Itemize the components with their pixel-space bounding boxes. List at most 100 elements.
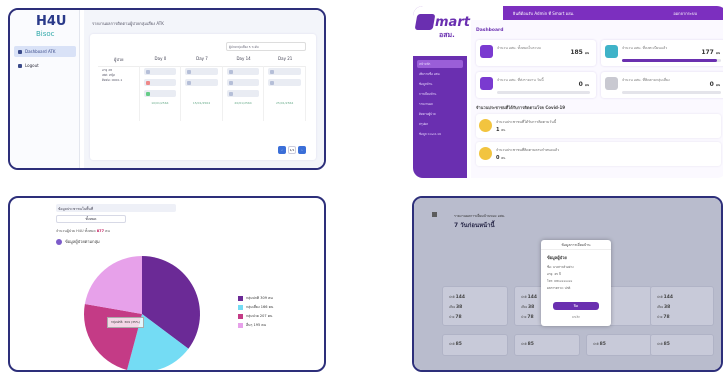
stat-card: จำนวน อสม. ที่ส่งรายงาน วันนี้ 0 คน xyxy=(476,72,596,98)
section-title: Dashboard xyxy=(476,28,504,33)
summary-card[interactable]: ปกติ 85 xyxy=(514,334,580,356)
legend-item[interactable]: กลุ่มป่วย 207 คน xyxy=(238,313,273,319)
covid-label: จำนวนประชาชนที่ติดตามครบกำหนดแล้ว xyxy=(496,148,560,152)
cancel-link[interactable]: ยกเลิก xyxy=(541,315,611,320)
day7-cell: 15/01/2564 xyxy=(181,66,223,121)
status-chip[interactable] xyxy=(185,68,218,75)
row-value: 78 xyxy=(455,315,462,320)
covid-value: 0 คน xyxy=(496,155,505,161)
status-chip[interactable] xyxy=(268,68,301,75)
row-value: 78 xyxy=(663,315,670,320)
covid-number: 1 xyxy=(496,127,500,133)
row-value: 78 xyxy=(527,315,534,320)
report-card[interactable]: ปกติ 144 เสี่ยง 38 ป่วย 78 xyxy=(650,286,714,326)
summary-value: 85 xyxy=(663,342,670,347)
day0-cell: 10/01/2564 xyxy=(140,66,182,121)
report-row: ป่วย 78 xyxy=(657,315,670,320)
row-value: 144 xyxy=(527,295,538,300)
chart-tooltip: กลุ่มปกติ: 309 (35%) xyxy=(107,317,144,328)
stat-value: 0 คน xyxy=(579,81,589,88)
day14-cell: 20/01/2564 xyxy=(223,66,265,121)
prev-page-button[interactable]: ‹ xyxy=(278,146,286,154)
legend-item[interactable]: กลุ่มปกติ 309 คน xyxy=(238,295,273,301)
logout-link[interactable]: ออกจากระบบ xyxy=(673,10,697,17)
sidebar-item-add[interactable]: เพิ่มรายชื่อ อสม. xyxy=(417,70,463,78)
stat-number: 0 xyxy=(578,81,583,88)
status-chip[interactable] xyxy=(226,68,260,75)
legend-swatch xyxy=(238,313,243,319)
table-row: อายุ 28 เพศ: หญิง ติดต่อ: 0000-1 10/01/2… xyxy=(98,66,306,121)
status-icon xyxy=(228,69,233,74)
status-icon xyxy=(228,91,233,96)
status-chip[interactable] xyxy=(226,79,260,86)
sidebar-item-summary[interactable]: สรุปผล xyxy=(417,120,463,128)
sidebar-item-report[interactable]: รายงานผล xyxy=(417,100,463,108)
summary-label: ปกติ xyxy=(593,342,600,346)
status-chip[interactable] xyxy=(143,90,177,97)
status-chip[interactable] xyxy=(226,90,260,97)
summary-row: ปกติ 85 xyxy=(593,342,606,347)
status-icon xyxy=(187,69,192,74)
sidebar-item-house[interactable]: ข้อมูลบ้าน xyxy=(417,80,463,88)
status-chip[interactable] xyxy=(143,68,177,75)
report-card[interactable]: ปกติ 144 เสี่ยง 38 ป่วย 78 xyxy=(442,286,508,326)
menu-icon[interactable] xyxy=(432,212,437,217)
legend-swatch xyxy=(238,304,243,310)
stat-unit: คน xyxy=(715,83,720,87)
stat-card: จำนวน อสม. ที่ติดตามกลุ่มเสี่ยง 0 คน xyxy=(601,72,723,98)
page-indicator: 1/1 xyxy=(288,146,296,154)
status-chip[interactable] xyxy=(143,79,177,86)
status-icon xyxy=(145,80,150,85)
pie-chart xyxy=(84,256,200,370)
logo-sub: อสม. xyxy=(439,31,455,39)
legend-item[interactable]: อื่นๆ 195 คน xyxy=(238,322,273,328)
sidebar-item-label: Dashboard ATK xyxy=(25,49,56,54)
sidebar-item-dashboard[interactable]: Dashboard ATK xyxy=(14,46,76,57)
summary-card[interactable]: ปกติ 85 xyxy=(650,334,714,356)
sidebar-item-logout[interactable]: Logout xyxy=(14,60,76,71)
row-label: ปกติ xyxy=(521,295,528,299)
modal-row: ชื่อ: นางสาวตัวอย่าง xyxy=(547,265,574,269)
legend-swatch xyxy=(238,322,243,328)
logo-sub: Bisoc xyxy=(36,30,55,38)
pagination: ‹ 1/1 › xyxy=(278,146,306,154)
modal-row: ผลการตรวจ: ปกติ xyxy=(547,286,571,290)
smart-osm-dashboard-screenshot: ยินดีต้อนรับ Admin ที่ Smart อสม. ออกจาก… xyxy=(413,6,723,178)
filter-select[interactable]: ผู้ป่วยกลุ่มเสี่ยง 5 ระดับ xyxy=(226,42,306,51)
summary-value: 85 xyxy=(527,342,534,347)
summary-label: ปกติ xyxy=(449,342,456,346)
row-value: 38 xyxy=(528,305,535,310)
pie-slice-3[interactable] xyxy=(84,256,142,314)
summary-card[interactable]: ปกติ 85 xyxy=(442,334,508,356)
modal-header: ข้อมูลการเยี่ยมบ้าน xyxy=(541,240,611,250)
logout-icon xyxy=(18,63,22,68)
sidebar-item-visit[interactable]: การเยี่ยมบ้าน xyxy=(417,90,463,98)
legend-item[interactable]: กลุ่มเสี่ยง 166 คน xyxy=(238,304,273,310)
legend-label: กลุ่มเสี่ยง 166 คน xyxy=(246,305,274,309)
page-title: รายงานผลการเยี่ยมบ้านของ อสม. xyxy=(454,214,506,218)
row-value: 144 xyxy=(663,295,674,300)
summary-value: 85 xyxy=(455,342,462,347)
report-row: เสี่ยง 38 xyxy=(449,305,462,310)
summary-card[interactable]: ปกติ 85 xyxy=(586,334,652,356)
status-chip[interactable] xyxy=(185,79,218,86)
sidebar-item-home[interactable]: หน้าหลัก xyxy=(417,60,463,68)
group-icon xyxy=(605,77,618,90)
status-chip[interactable] xyxy=(268,79,301,86)
stat-unit: คน xyxy=(584,83,589,87)
progress-fill xyxy=(622,59,718,62)
stat-number: 177 xyxy=(701,49,714,56)
report-row: ปกติ 144 xyxy=(657,295,673,300)
alert-icon xyxy=(479,119,492,132)
visit-date: 20/01/2564 xyxy=(234,101,252,105)
row-label: ปกติ xyxy=(449,295,456,299)
close-button[interactable]: ปิด xyxy=(553,302,599,310)
modal-title: ข้อมูลผู้ป่วย xyxy=(547,255,567,260)
h4u-dashboard-screenshot: H4U Bisoc Dashboard ATK Logout รายงานผลกา… xyxy=(8,8,326,170)
stat-label: จำนวน อสม. ที่ส่งรายงาน วันนี้ xyxy=(497,78,544,82)
covid-card: จำนวนประชาชนที่ได้รับการติดตามวันนี้ 1 ค… xyxy=(476,114,721,138)
next-page-button[interactable]: › xyxy=(298,146,306,154)
sidebar-item-covid[interactable]: ข้อมูล Covid-19 xyxy=(417,130,463,138)
sidebar-item-track[interactable]: ติดตามผู้ป่วย xyxy=(417,110,463,118)
legend-label: กลุ่มปกติ 309 คน xyxy=(246,296,273,300)
